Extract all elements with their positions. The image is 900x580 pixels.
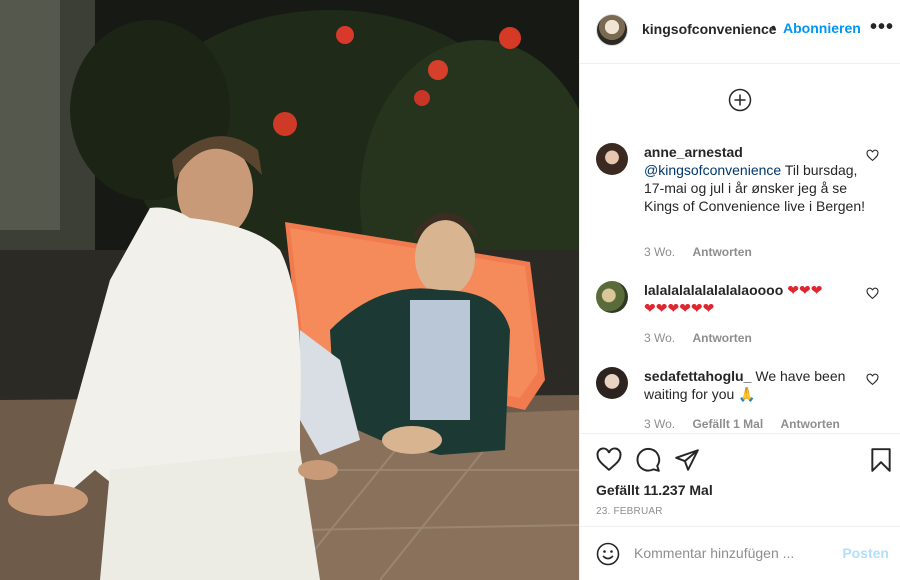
comment-text-heart-emojis: ❤❤❤❤❤❤ — [644, 300, 715, 316]
commenter-avatar[interactable] — [596, 281, 628, 313]
like-count[interactable]: Gefällt 11.237 Mal — [596, 482, 713, 498]
comment-like-heart-icon[interactable] — [866, 149, 879, 162]
follow-button[interactable]: Abonnieren — [783, 20, 861, 36]
comment-like-heart-icon[interactable] — [866, 373, 879, 386]
comment-like-heart-icon[interactable] — [866, 287, 879, 300]
author-avatar[interactable] — [596, 14, 628, 46]
comment-bubble-icon[interactable] — [635, 447, 661, 473]
commenter-username[interactable]: lalalalalalalalalaoooo — [644, 282, 783, 298]
comment-time: 3 Wo. — [644, 245, 676, 259]
comment-like-count[interactable]: Gefällt 1 Mal — [692, 417, 763, 431]
emoji-smiley-icon[interactable] — [596, 542, 620, 566]
commenter-avatar[interactable] — [596, 143, 628, 175]
comment-body: sedafettahoglu_ We have been waiting for … — [644, 367, 866, 403]
reply-button[interactable]: Antworten — [781, 417, 840, 431]
commenter-avatar[interactable] — [596, 367, 628, 399]
comment-text: ❤❤❤ — [787, 282, 823, 298]
comment-item: lalalalalalalalalaoooo ❤❤❤ ❤❤❤❤❤❤ 3 Wo. A… — [596, 281, 886, 351]
load-more-comments-icon[interactable] — [728, 88, 752, 112]
post-side-panel: kingsofconvenience • Abonnieren ••• anne… — [579, 0, 900, 580]
post-photo-image — [0, 0, 579, 580]
comment-item: anne_arnestad @kingsofconvenience Til bu… — [596, 143, 886, 263]
post-photo[interactable] — [0, 0, 579, 580]
more-options-icon[interactable]: ••• — [870, 16, 894, 39]
reply-button[interactable]: Antworten — [692, 331, 751, 345]
author-username[interactable]: kingsofconvenience — [642, 21, 777, 37]
reply-button[interactable]: Antworten — [692, 245, 751, 259]
comment-body: anne_arnestad @kingsofconvenience Til bu… — [644, 143, 866, 215]
comment-time: 3 Wo. — [644, 331, 676, 345]
comment-meta: 3 Wo. Antworten — [644, 331, 766, 345]
comment-time: 3 Wo. — [644, 417, 676, 431]
like-heart-icon[interactable] — [596, 447, 622, 473]
post-date: 23. FEBRUAR — [596, 506, 663, 517]
commenter-username[interactable]: anne_arnestad — [644, 144, 743, 160]
post-header: kingsofconvenience • Abonnieren ••• — [580, 0, 900, 64]
post-comment-button[interactable]: Posten — [842, 545, 889, 561]
comment-meta: 3 Wo. Gefällt 1 Mal Antworten — [644, 417, 854, 431]
comment-input[interactable]: Kommentar hinzufügen ... — [634, 545, 794, 561]
save-bookmark-icon[interactable] — [868, 447, 894, 473]
comment-body: lalalalalalalalalaoooo ❤❤❤ ❤❤❤❤❤❤ — [644, 281, 866, 317]
separator-dot: • — [771, 19, 776, 35]
comment-meta: 3 Wo. Antworten — [644, 245, 766, 259]
comment-mention-link[interactable]: @kingsofconvenience — [644, 162, 781, 178]
comment-composer: Kommentar hinzufügen ... Posten — [580, 526, 900, 580]
comment-item: sedafettahoglu_ We have been waiting for … — [596, 367, 886, 437]
commenter-username[interactable]: sedafettahoglu_ — [644, 368, 751, 384]
share-paper-plane-icon[interactable] — [674, 447, 700, 473]
